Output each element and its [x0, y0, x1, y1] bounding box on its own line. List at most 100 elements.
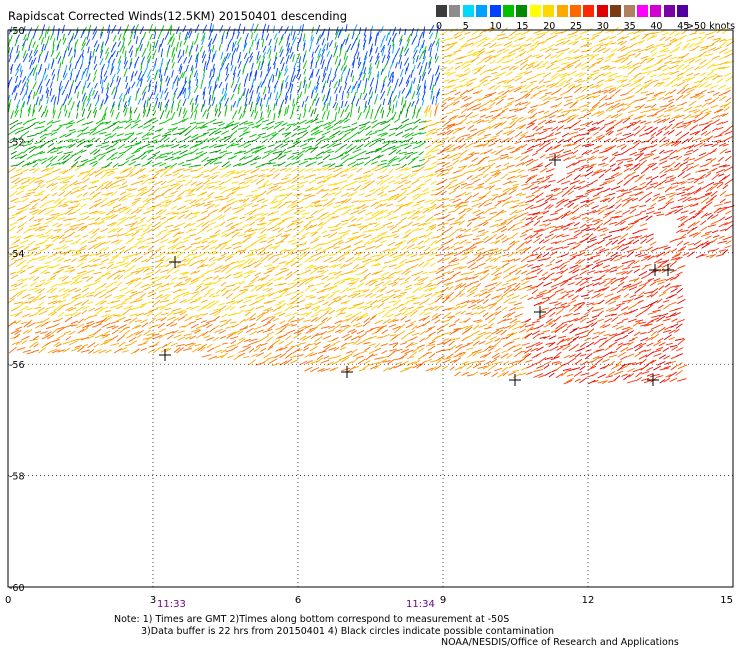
wind-barb: [88, 170, 97, 177]
wind-barb: [28, 275, 35, 281]
wind-barb: [124, 56, 127, 65]
wind-barb: [131, 81, 136, 89]
wind-barb: [41, 43, 45, 51]
wind-barb: [237, 23, 242, 33]
wind-barb: [147, 228, 154, 233]
wind-barb: [115, 50, 119, 58]
wind-barb: [579, 212, 589, 216]
wind-barb: [628, 53, 637, 57]
wind-barb: [29, 207, 36, 210]
wind-barb: [686, 72, 694, 77]
wind-barb: [632, 204, 639, 209]
wind-barb: [640, 110, 647, 114]
wind-barb: [670, 248, 678, 253]
wind-barb: [467, 262, 476, 269]
wind-barb: [237, 143, 245, 148]
wind-barb: [333, 80, 338, 89]
wind-barb: [142, 31, 147, 39]
wind-barb: [622, 266, 630, 270]
wind-barb: [694, 65, 700, 71]
wind-barb: [146, 97, 149, 108]
wind-barb: [56, 38, 62, 48]
wind-map: -50-52-54-56-58-60 0 3 6 9 12 15: [5, 23, 735, 606]
wind-barb: [328, 271, 337, 275]
wind-barb: [387, 225, 394, 229]
wind-barb: [209, 118, 217, 124]
wind-barb: [14, 130, 21, 135]
wind-barb: [176, 77, 179, 87]
wind-barb: [176, 205, 186, 211]
wind-barb: [110, 156, 117, 161]
wind-barb: [680, 210, 689, 214]
wind-barb: [80, 239, 88, 245]
wind-barb: [634, 191, 643, 196]
wind-barb: [430, 161, 438, 165]
wind-barb: [250, 23, 255, 33]
wind-barb: [286, 222, 294, 228]
wind-barb: [345, 24, 348, 33]
wind-barb: [417, 255, 424, 262]
wind-barb: [398, 190, 408, 197]
wind-barb: [508, 36, 516, 41]
wind-barb: [562, 260, 570, 265]
wind-barb: [137, 206, 145, 209]
wind-barb: [237, 69, 241, 77]
wind-barb: [236, 193, 243, 196]
wind-barb: [94, 137, 100, 143]
wind-barb: [292, 232, 301, 238]
wind-barb: [491, 195, 498, 201]
wind-barb: [335, 93, 338, 102]
wind-barb: [130, 182, 138, 186]
wind-barb: [380, 159, 387, 162]
wind-barb: [374, 237, 383, 243]
wind-barb: [93, 90, 99, 100]
wind-barb: [356, 167, 363, 173]
wind-barb: [623, 242, 632, 246]
wind-barb: [682, 173, 691, 179]
wind-barb: [489, 101, 496, 108]
wind-barb: [170, 102, 174, 113]
wind-barb: [578, 180, 586, 184]
wind-barb: [67, 97, 73, 106]
wind-barb: [565, 173, 573, 179]
wind-barb: [125, 82, 129, 89]
wind-barb: [539, 154, 546, 159]
wind-barb: [596, 222, 604, 229]
wind-barb: [507, 86, 514, 89]
wind-barb: [479, 114, 486, 118]
wind-barb: [722, 184, 729, 190]
wind-barb: [326, 74, 330, 84]
wind-barb: [179, 87, 185, 96]
wind-barb: [26, 153, 35, 160]
wind-barb: [717, 84, 727, 90]
wind-barb: [100, 227, 109, 233]
wind-barb: [537, 110, 545, 114]
wind-barb: [308, 80, 312, 89]
wind-barb: [585, 47, 593, 53]
wind-barb: [514, 77, 522, 82]
wind-barb: [129, 215, 137, 219]
wind-barb: [226, 197, 235, 203]
wind-barb: [44, 261, 52, 265]
wind-barb: [393, 235, 400, 239]
wind-barb: [428, 24, 435, 35]
wind-barb: [724, 49, 734, 55]
wind-barb: [674, 107, 684, 112]
wind-barb: [343, 50, 347, 60]
wind-barb: [230, 155, 238, 160]
wind-barb: [176, 179, 187, 183]
wind-barb: [290, 261, 298, 267]
wind-barb: [87, 245, 96, 250]
wind-barb: [154, 70, 158, 81]
wind-barb: [375, 243, 383, 249]
wind-barb: [575, 156, 583, 160]
wind-barb: [701, 102, 709, 108]
wind-barb: [545, 173, 554, 179]
wind-barb: [657, 197, 666, 202]
wind-barb: [365, 211, 373, 216]
wind-barb: [586, 182, 593, 186]
wind-barb: [627, 171, 636, 177]
wind-barb: [501, 201, 509, 207]
wind-barb: [86, 269, 95, 274]
wind-barb: [302, 247, 310, 252]
